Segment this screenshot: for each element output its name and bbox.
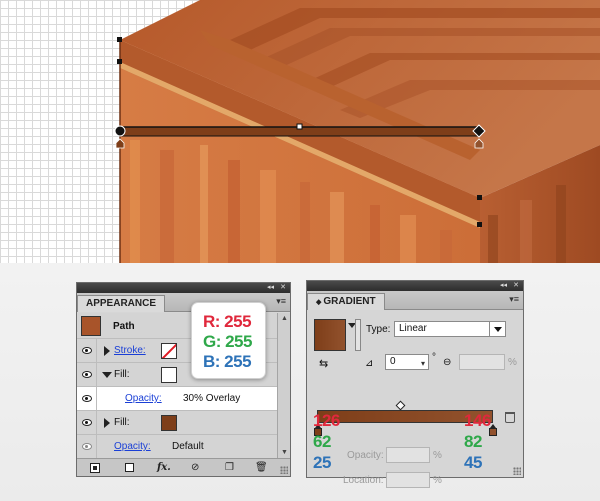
opacity-value: Default [172,441,204,452]
gradient-panel: ◂◂ ✕ ◆ GRADIENT ▾≡ Type: Linear ⇆ ⊿ 0 ▾ °… [306,280,524,488]
collapse-icon[interactable]: ◂◂ [267,283,274,293]
close-icon[interactable]: ✕ [513,281,519,291]
panel-menu-icon[interactable]: ▾≡ [276,296,286,307]
appearance-footer: fx. ⊘ ❐ 🗑 [77,458,290,476]
opacity-label: Opacity: [347,450,384,461]
tab-appearance[interactable]: APPEARANCE [77,295,166,312]
angle-icon: ⊿ [365,358,374,369]
fill-swatch-white[interactable] [161,367,177,383]
aspect-ratio-icon: ⊖ [443,357,452,368]
right-stop-red: 146 [464,411,491,430]
panel-tabbar: ◆ GRADIENT ▾≡ [307,291,523,310]
artboard-canvas[interactable] [0,0,600,263]
tab-gradient[interactable]: ◆ GRADIENT [307,293,385,310]
visibility-toggle[interactable] [77,363,97,386]
left-stop-red: 126 [313,411,340,430]
rgb-tooltip: R: 255 G: 255 B: 255 [191,302,266,379]
fill-label: Fill: [114,369,130,380]
fill-label: Fill: [114,417,130,428]
add-fill-icon[interactable] [125,463,134,472]
anchor-point [117,37,122,42]
reverse-gradient-icon[interactable]: ⇆ [319,357,328,370]
path-title: Path [113,321,135,332]
anchor-point [477,222,482,227]
gradient-midpoint[interactable] [395,400,406,411]
chevron-down-icon[interactable] [489,322,505,336]
gradient-preview-swatch[interactable] [314,319,346,351]
visibility-toggle[interactable] [77,411,97,434]
type-select[interactable]: Linear [394,321,506,337]
angle-value: 0 [390,356,396,367]
collapse-triangle-icon[interactable] [102,372,112,378]
degree-unit: ° [432,352,436,363]
aspect-ratio-input[interactable] [459,354,505,370]
fill-swatch-brown[interactable] [161,415,177,431]
visibility-toggle[interactable] [77,435,97,458]
tooltip-green: G: 255 [203,332,252,351]
angle-input[interactable]: 0 ▾ [385,354,429,370]
right-stop-blue: 45 [464,453,482,472]
opacity-link[interactable]: Opacity: [114,441,151,452]
type-label: Type: [366,324,391,335]
stroke-label[interactable]: Stroke: [114,345,146,356]
duplicate-item-icon[interactable]: ❐ [225,462,234,474]
location-unit: % [433,475,442,486]
fill-opacity-row[interactable]: Opacity: 30% Overlay [77,387,278,411]
trash-icon[interactable]: 🗑 [255,462,268,474]
resize-grip-icon[interactable] [513,467,521,475]
opacity-link[interactable]: Opacity: [125,393,162,404]
opacity-value: 30% Overlay [183,393,241,404]
visibility-toggle[interactable] [77,387,97,410]
fill-row-2[interactable]: Fill: [77,411,278,435]
stop-opacity-input[interactable] [386,447,430,463]
gradient-origin-handle [114,125,126,137]
gradient-body: Type: Linear ⇆ ⊿ 0 ▾ ° ⊖ % Opacity: % Lo… [307,311,523,488]
eye-icon [82,395,92,402]
eye-icon [82,347,92,354]
eye-icon [82,371,92,378]
wooden-crate-illustration [114,0,600,263]
panel-titlebar[interactable]: ◂◂ ✕ [307,281,523,291]
gradient-fill-toggle[interactable] [355,319,361,351]
opacity-unit: % [433,450,442,461]
tab-gradient-label: GRADIENT [323,296,376,307]
tab-options-icon: ◆ [316,299,322,306]
add-stroke-icon[interactable] [90,463,100,473]
anchor-point [477,195,482,200]
gradient-midpoint-handle [296,123,303,130]
scrollbar[interactable]: ▲ ▼ [277,313,290,458]
stroke-none-swatch[interactable] [161,343,177,359]
visibility-toggle[interactable] [77,339,97,362]
close-icon[interactable]: ✕ [280,283,286,293]
panel-menu-icon[interactable]: ▾≡ [509,294,519,305]
left-stop-blue: 25 [313,453,331,472]
panel-titlebar[interactable]: ◂◂ ✕ [77,283,290,293]
object-opacity-row[interactable]: Opacity: Default [77,435,278,459]
stop-location-input[interactable] [386,472,430,488]
tooltip-blue: B: 255 [203,352,252,371]
resize-grip-icon[interactable] [280,466,288,474]
collapse-icon[interactable]: ◂◂ [500,281,507,291]
expand-triangle-icon[interactable] [104,346,110,356]
anchor-point [117,59,122,64]
right-stop-green: 82 [464,432,482,451]
eye-icon [82,443,92,450]
stepper-icon[interactable]: ▾ [421,357,425,371]
path-thumbnail [81,316,101,336]
fx-icon[interactable]: fx. [157,462,171,474]
clear-appearance-icon[interactable]: ⊘ [191,462,199,474]
delete-stop-icon[interactable] [505,412,515,423]
expand-triangle-icon[interactable] [104,418,110,428]
left-stop-green: 62 [313,432,331,451]
scroll-up-icon[interactable]: ▲ [281,315,288,322]
type-value: Linear [399,323,427,334]
tooltip-red: R: 255 [203,312,252,331]
location-label: Location: [343,475,384,486]
eye-icon [82,419,92,426]
scroll-down-icon[interactable]: ▼ [281,449,288,456]
aspect-unit: % [508,357,517,368]
